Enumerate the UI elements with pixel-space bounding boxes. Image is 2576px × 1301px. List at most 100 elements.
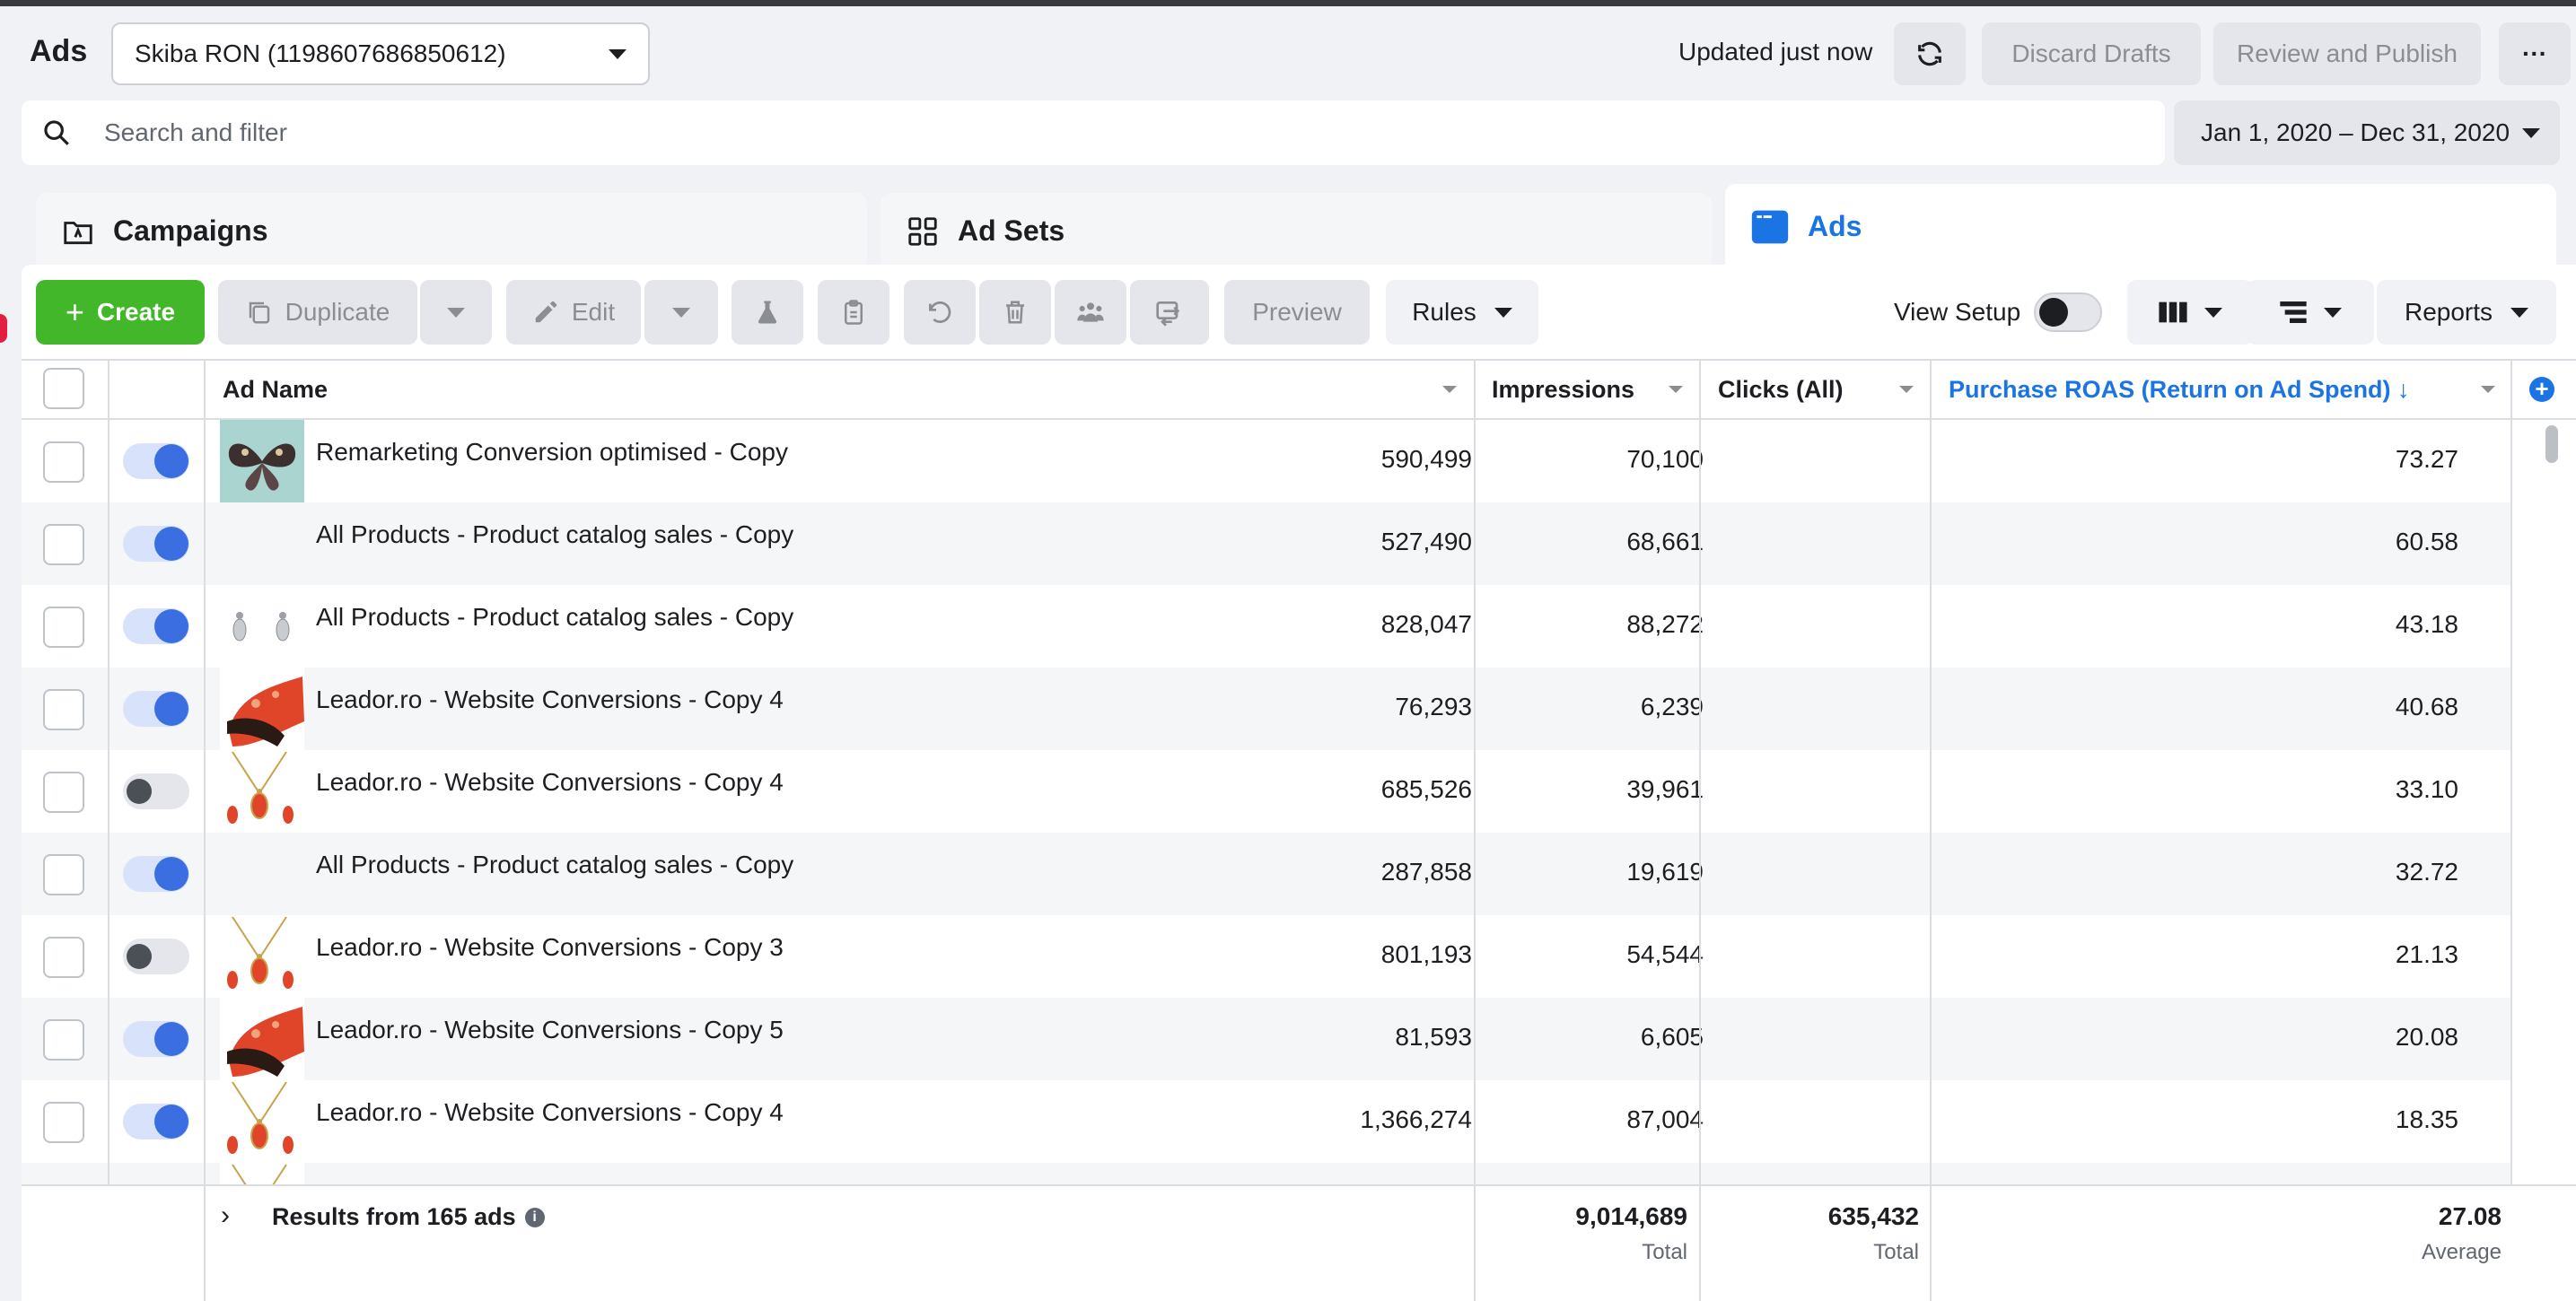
info-icon[interactable]: i xyxy=(524,1207,545,1227)
reports-button[interactable]: Reports xyxy=(2377,280,2556,345)
date-range-picker[interactable]: Jan 1, 2020 – Dec 31, 2020 xyxy=(2174,100,2560,165)
table-row[interactable]: Leador.ro - Website Conversions - Copy 4… xyxy=(22,668,2511,750)
ad-name-cell[interactable]: Leador.ro - Website Conversions - Copy 4 xyxy=(316,685,784,714)
ad-thumbnail[interactable] xyxy=(220,1080,304,1163)
table-row[interactable]: All Products - Product catalog sales - C… xyxy=(22,502,2511,585)
ad-thumbnail[interactable] xyxy=(220,915,304,998)
ad-name-cell[interactable]: All Products - Product catalog sales - C… xyxy=(316,520,793,549)
discard-drafts-button[interactable]: Discard Drafts xyxy=(1982,22,2201,85)
row-checkbox[interactable] xyxy=(43,772,84,813)
edit-dropdown-button[interactable] xyxy=(644,280,718,345)
row-checkbox[interactable] xyxy=(43,607,84,648)
ad-name-cell[interactable]: Leador.ro - Website Conversions - Copy 3 xyxy=(316,933,784,962)
create-button[interactable]: + Create xyxy=(36,280,205,345)
ad-status-toggle[interactable] xyxy=(123,1021,189,1057)
table-row[interactable]: Leador.ro - Website Conversions - Copy 4… xyxy=(22,750,2511,833)
ad-name-cell[interactable]: Leador.ro - Website Conversions - Copy 4 xyxy=(316,1098,784,1127)
row-checkbox[interactable] xyxy=(43,1102,84,1143)
tab-ads[interactable]: Ads xyxy=(1725,184,2556,269)
select-all-checkbox[interactable] xyxy=(43,368,84,409)
columns-icon xyxy=(2159,301,2187,323)
ad-thumbnail[interactable] xyxy=(220,668,304,750)
table-row[interactable]: Remarketing Conversion optimised - Copy 5… xyxy=(22,420,2511,502)
chevron-down-icon xyxy=(2522,127,2540,138)
ad-name-cell[interactable]: Leador.ro - Website Conversions - Copy 4 xyxy=(316,768,784,797)
column-header-ad-name[interactable]: Ad Name xyxy=(223,361,328,418)
column-header-clicks[interactable]: Clicks (All) xyxy=(1718,361,1844,418)
view-setup-toggle[interactable] xyxy=(2034,293,2102,332)
table-row[interactable]: All Products - Product catalog sales - C… xyxy=(22,833,2511,915)
ad-thumbnail[interactable] xyxy=(220,833,304,915)
tab-campaigns[interactable]: Campaigns xyxy=(36,193,867,269)
ad-status-toggle[interactable] xyxy=(123,856,189,892)
ab-test-button[interactable] xyxy=(732,280,803,345)
ad-thumbnail[interactable] xyxy=(220,502,304,585)
toggle-knob xyxy=(154,609,188,643)
breakdown-button[interactable] xyxy=(2247,280,2374,345)
row-checkbox[interactable] xyxy=(43,524,84,565)
clipboard-button[interactable] xyxy=(818,280,889,345)
rules-button[interactable]: Rules xyxy=(1386,280,1538,345)
row-checkbox[interactable] xyxy=(43,689,84,730)
sort-roas-icon[interactable] xyxy=(2481,386,2495,393)
refresh-button[interactable] xyxy=(1894,22,1966,85)
toggle-knob xyxy=(154,1022,188,1056)
duplicate-button[interactable]: Duplicate xyxy=(218,280,417,345)
roas-cell: 20.08 xyxy=(2395,1023,2458,1051)
table-row[interactable]: Leador.ro - Website Conversions - Copy 4… xyxy=(22,1080,2511,1163)
grid-icon xyxy=(908,216,937,246)
delete-button[interactable] xyxy=(979,280,1051,345)
account-selector[interactable]: Skiba RON (1198607686850612) xyxy=(111,22,650,85)
ad-thumbnail[interactable] xyxy=(220,750,304,833)
row-checkbox[interactable] xyxy=(43,441,84,483)
average-roas: 27.08 xyxy=(2438,1202,2502,1230)
row-checkbox[interactable] xyxy=(43,1019,84,1061)
undo-button[interactable] xyxy=(904,280,976,345)
results-label: Results from 165 ads xyxy=(272,1203,516,1230)
table-scrollbar[interactable] xyxy=(2545,425,2558,463)
roas-cell: 60.58 xyxy=(2395,528,2458,555)
edit-button[interactable]: Edit xyxy=(506,280,641,345)
ad-name-cell[interactable]: All Products - Product catalog sales - C… xyxy=(316,603,793,632)
ad-status-toggle[interactable] xyxy=(123,1104,189,1139)
ad-thumbnail[interactable] xyxy=(220,998,304,1080)
sort-impressions-icon[interactable] xyxy=(1669,386,1683,393)
review-publish-button[interactable]: Review and Publish xyxy=(2213,22,2481,85)
table-row[interactable]: Leador.ro - Website Conversions - Copy 5… xyxy=(22,998,2511,1080)
compare-button[interactable] xyxy=(1130,280,1209,345)
table-row[interactable]: All Products - Product catalog sales - C… xyxy=(22,585,2511,668)
duplicate-dropdown-button[interactable] xyxy=(420,280,492,345)
search-bar[interactable]: Search and filter xyxy=(22,100,2165,165)
toggle-knob xyxy=(154,857,188,891)
ad-status-toggle[interactable] xyxy=(123,608,189,644)
ad-thumbnail[interactable] xyxy=(220,420,304,502)
expand-results-icon[interactable]: › xyxy=(221,1201,230,1231)
ad-status-toggle[interactable] xyxy=(123,526,189,562)
audience-button[interactable] xyxy=(1055,280,1126,345)
notification-dot xyxy=(0,314,7,343)
ad-status-toggle[interactable] xyxy=(123,773,189,809)
preview-button[interactable]: Preview xyxy=(1224,280,1370,345)
ad-name-cell[interactable]: Remarketing Conversion optimised - Copy xyxy=(316,438,788,467)
ad-name-cell[interactable]: Leador.ro - Website Conversions - Copy 5 xyxy=(316,1016,784,1044)
sort-ad-name-icon[interactable] xyxy=(1442,386,1457,393)
column-header-impressions[interactable]: Impressions xyxy=(1492,361,1634,418)
tab-ad-sets[interactable]: Ad Sets xyxy=(881,193,1712,269)
ad-name-cell[interactable]: All Products - Product catalog sales - C… xyxy=(316,851,793,879)
row-checkbox[interactable] xyxy=(43,937,84,978)
sort-clicks-icon[interactable] xyxy=(1899,386,1914,393)
add-column-icon[interactable]: + xyxy=(2529,377,2554,402)
more-options-button[interactable]: ··· xyxy=(2499,22,2571,85)
ad-status-toggle[interactable] xyxy=(123,691,189,727)
ad-thumbnail[interactable] xyxy=(220,585,304,668)
ad-status-toggle[interactable] xyxy=(123,939,189,974)
ad-status-toggle[interactable] xyxy=(123,443,189,479)
columns-button[interactable] xyxy=(2127,280,2253,345)
column-divider xyxy=(1930,1184,1932,1301)
results-summary: Results from 165 ads i xyxy=(272,1203,545,1231)
table-row[interactable]: Leador.ro - Website Conversions - Copy 3… xyxy=(22,915,2511,998)
search-input[interactable]: Search and filter xyxy=(104,118,287,147)
row-checkbox[interactable] xyxy=(43,854,84,895)
toggle-knob xyxy=(127,779,152,804)
column-header-roas[interactable]: Purchase ROAS (Return on Ad Spend) ↓ xyxy=(1949,361,2410,418)
